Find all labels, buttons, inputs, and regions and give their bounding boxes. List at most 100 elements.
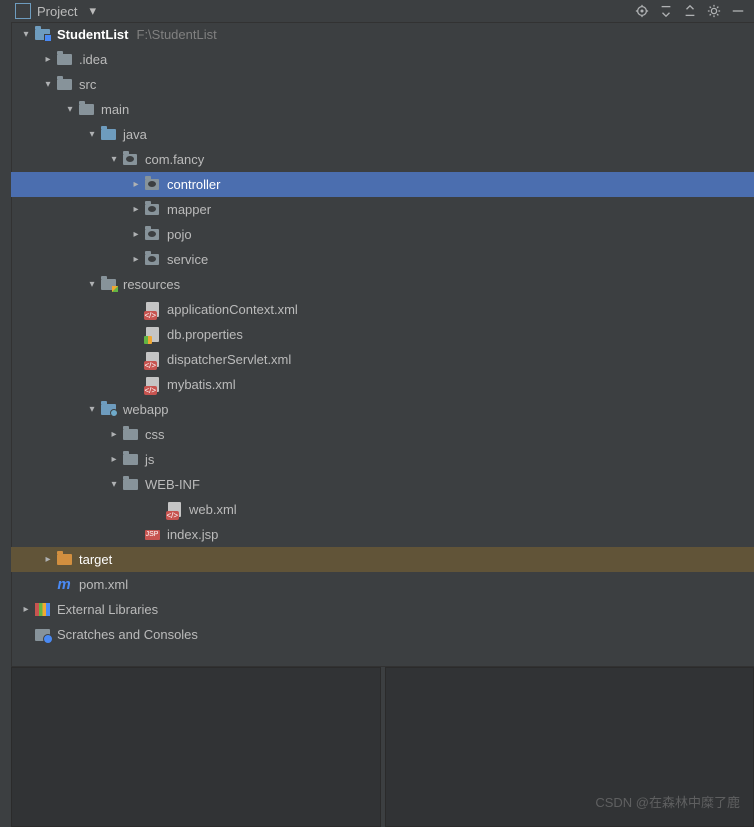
tree-label: index.jsp: [167, 527, 218, 542]
chevron-down-icon[interactable]: [19, 29, 33, 40]
tree-label: resources: [123, 277, 180, 292]
tree-label: pom.xml: [79, 577, 128, 592]
tree-label: pojo: [167, 227, 192, 242]
chevron-down-icon[interactable]: [85, 279, 99, 290]
pkg-icon: [143, 252, 161, 268]
scratch-icon: [33, 627, 51, 643]
xml-icon: [143, 302, 161, 318]
node-studentlist[interactable]: StudentList F:\StudentList: [11, 22, 754, 47]
node-mapper[interactable]: mapper: [11, 197, 754, 222]
tree-label: applicationContext.xml: [167, 302, 298, 317]
project-view-dropdown[interactable]: ▾: [89, 3, 96, 19]
tree-label: mybatis.xml: [167, 377, 236, 392]
node-idea[interactable]: .idea: [11, 47, 754, 72]
web-icon: [99, 402, 117, 418]
chevron-down-icon[interactable]: [85, 404, 99, 415]
project-toolbar: Project ▾: [11, 0, 754, 23]
project-title[interactable]: Project: [37, 4, 77, 19]
folder-icon: [55, 52, 73, 68]
tree-label: StudentList: [57, 27, 129, 42]
file-pom[interactable]: pom.xml: [11, 572, 754, 597]
node-controller[interactable]: controller: [11, 172, 754, 197]
node-service[interactable]: service: [11, 247, 754, 272]
file-webxml[interactable]: web.xml: [11, 497, 754, 522]
lib-icon: [33, 602, 51, 618]
prop-icon: [143, 327, 161, 343]
file-dbproperties[interactable]: db.properties: [11, 322, 754, 347]
tree-label: mapper: [167, 202, 211, 217]
file-dispatcher[interactable]: dispatcherServlet.xml: [11, 347, 754, 372]
tree-label: webapp: [123, 402, 169, 417]
chevron-down-icon[interactable]: [107, 479, 121, 490]
node-scratches[interactable]: Scratches and Consoles: [11, 622, 754, 647]
tree-label: Scratches and Consoles: [57, 627, 198, 642]
expand-all-icon[interactable]: [656, 1, 676, 21]
node-com-fancy[interactable]: com.fancy: [11, 147, 754, 172]
pkg-icon: [143, 177, 161, 193]
folder-icon: [121, 427, 139, 443]
node-main[interactable]: main: [11, 97, 754, 122]
tree-label: java: [123, 127, 147, 142]
xml-icon: [165, 502, 183, 518]
file-applicationcontext[interactable]: applicationContext.xml: [11, 297, 754, 322]
watermark: CSDN @在森林中糜了鹿: [595, 792, 740, 811]
jsp-icon: [143, 527, 161, 543]
chevron-right-icon[interactable]: [41, 554, 55, 565]
chevron-down-icon[interactable]: [41, 79, 55, 90]
mod-icon: [33, 27, 51, 43]
chevron-right-icon[interactable]: [107, 454, 121, 465]
chevron-right-icon[interactable]: [19, 604, 33, 615]
pkg-icon: [121, 152, 139, 168]
node-src[interactable]: src: [11, 72, 754, 97]
tree-hint: F:\StudentList: [137, 27, 217, 42]
node-resources[interactable]: resources: [11, 272, 754, 297]
collapse-all-icon[interactable]: [680, 1, 700, 21]
blue-icon: [99, 127, 117, 143]
node-css[interactable]: css: [11, 422, 754, 447]
tree-label: com.fancy: [145, 152, 204, 167]
chevron-down-icon[interactable]: [107, 154, 121, 165]
tree-label: WEB-INF: [145, 477, 200, 492]
tree-label: target: [79, 552, 112, 567]
node-webinf[interactable]: WEB-INF: [11, 472, 754, 497]
tree-label: css: [145, 427, 165, 442]
chevron-right-icon[interactable]: [107, 429, 121, 440]
tree-label: db.properties: [167, 327, 243, 342]
chevron-right-icon[interactable]: [129, 179, 143, 190]
orange-icon: [55, 552, 73, 568]
tree-label: service: [167, 252, 208, 267]
pkg-icon: [143, 227, 161, 243]
chevron-right-icon[interactable]: [129, 204, 143, 215]
node-target[interactable]: target: [11, 547, 754, 572]
folder-icon: [77, 102, 95, 118]
tree-label: src: [79, 77, 96, 92]
chevron-right-icon[interactable]: [129, 229, 143, 240]
chevron-right-icon[interactable]: [41, 54, 55, 65]
folder-icon: [55, 77, 73, 93]
tree-label: js: [145, 452, 154, 467]
tree-label: .idea: [79, 52, 107, 67]
node-webapp[interactable]: webapp: [11, 397, 754, 422]
chevron-down-icon[interactable]: [85, 129, 99, 140]
tree-label: controller: [167, 177, 220, 192]
res-icon: [99, 277, 117, 293]
m-icon: [55, 577, 73, 593]
tree-label: main: [101, 102, 129, 117]
hide-icon[interactable]: [728, 1, 748, 21]
file-mybatis[interactable]: mybatis.xml: [11, 372, 754, 397]
tree-label: dispatcherServlet.xml: [167, 352, 291, 367]
locate-icon[interactable]: [632, 1, 652, 21]
file-indexjsp[interactable]: index.jsp: [11, 522, 754, 547]
chevron-right-icon[interactable]: [129, 254, 143, 265]
project-window-icon: [15, 3, 31, 19]
node-java[interactable]: java: [11, 122, 754, 147]
settings-icon[interactable]: [704, 1, 724, 21]
node-extlib[interactable]: External Libraries: [11, 597, 754, 622]
tree-label: External Libraries: [57, 602, 158, 617]
folder-icon: [121, 452, 139, 468]
node-pojo[interactable]: pojo: [11, 222, 754, 247]
node-js[interactable]: js: [11, 447, 754, 472]
chevron-down-icon[interactable]: [63, 104, 77, 115]
xml-icon: [143, 377, 161, 393]
xml-icon: [143, 352, 161, 368]
